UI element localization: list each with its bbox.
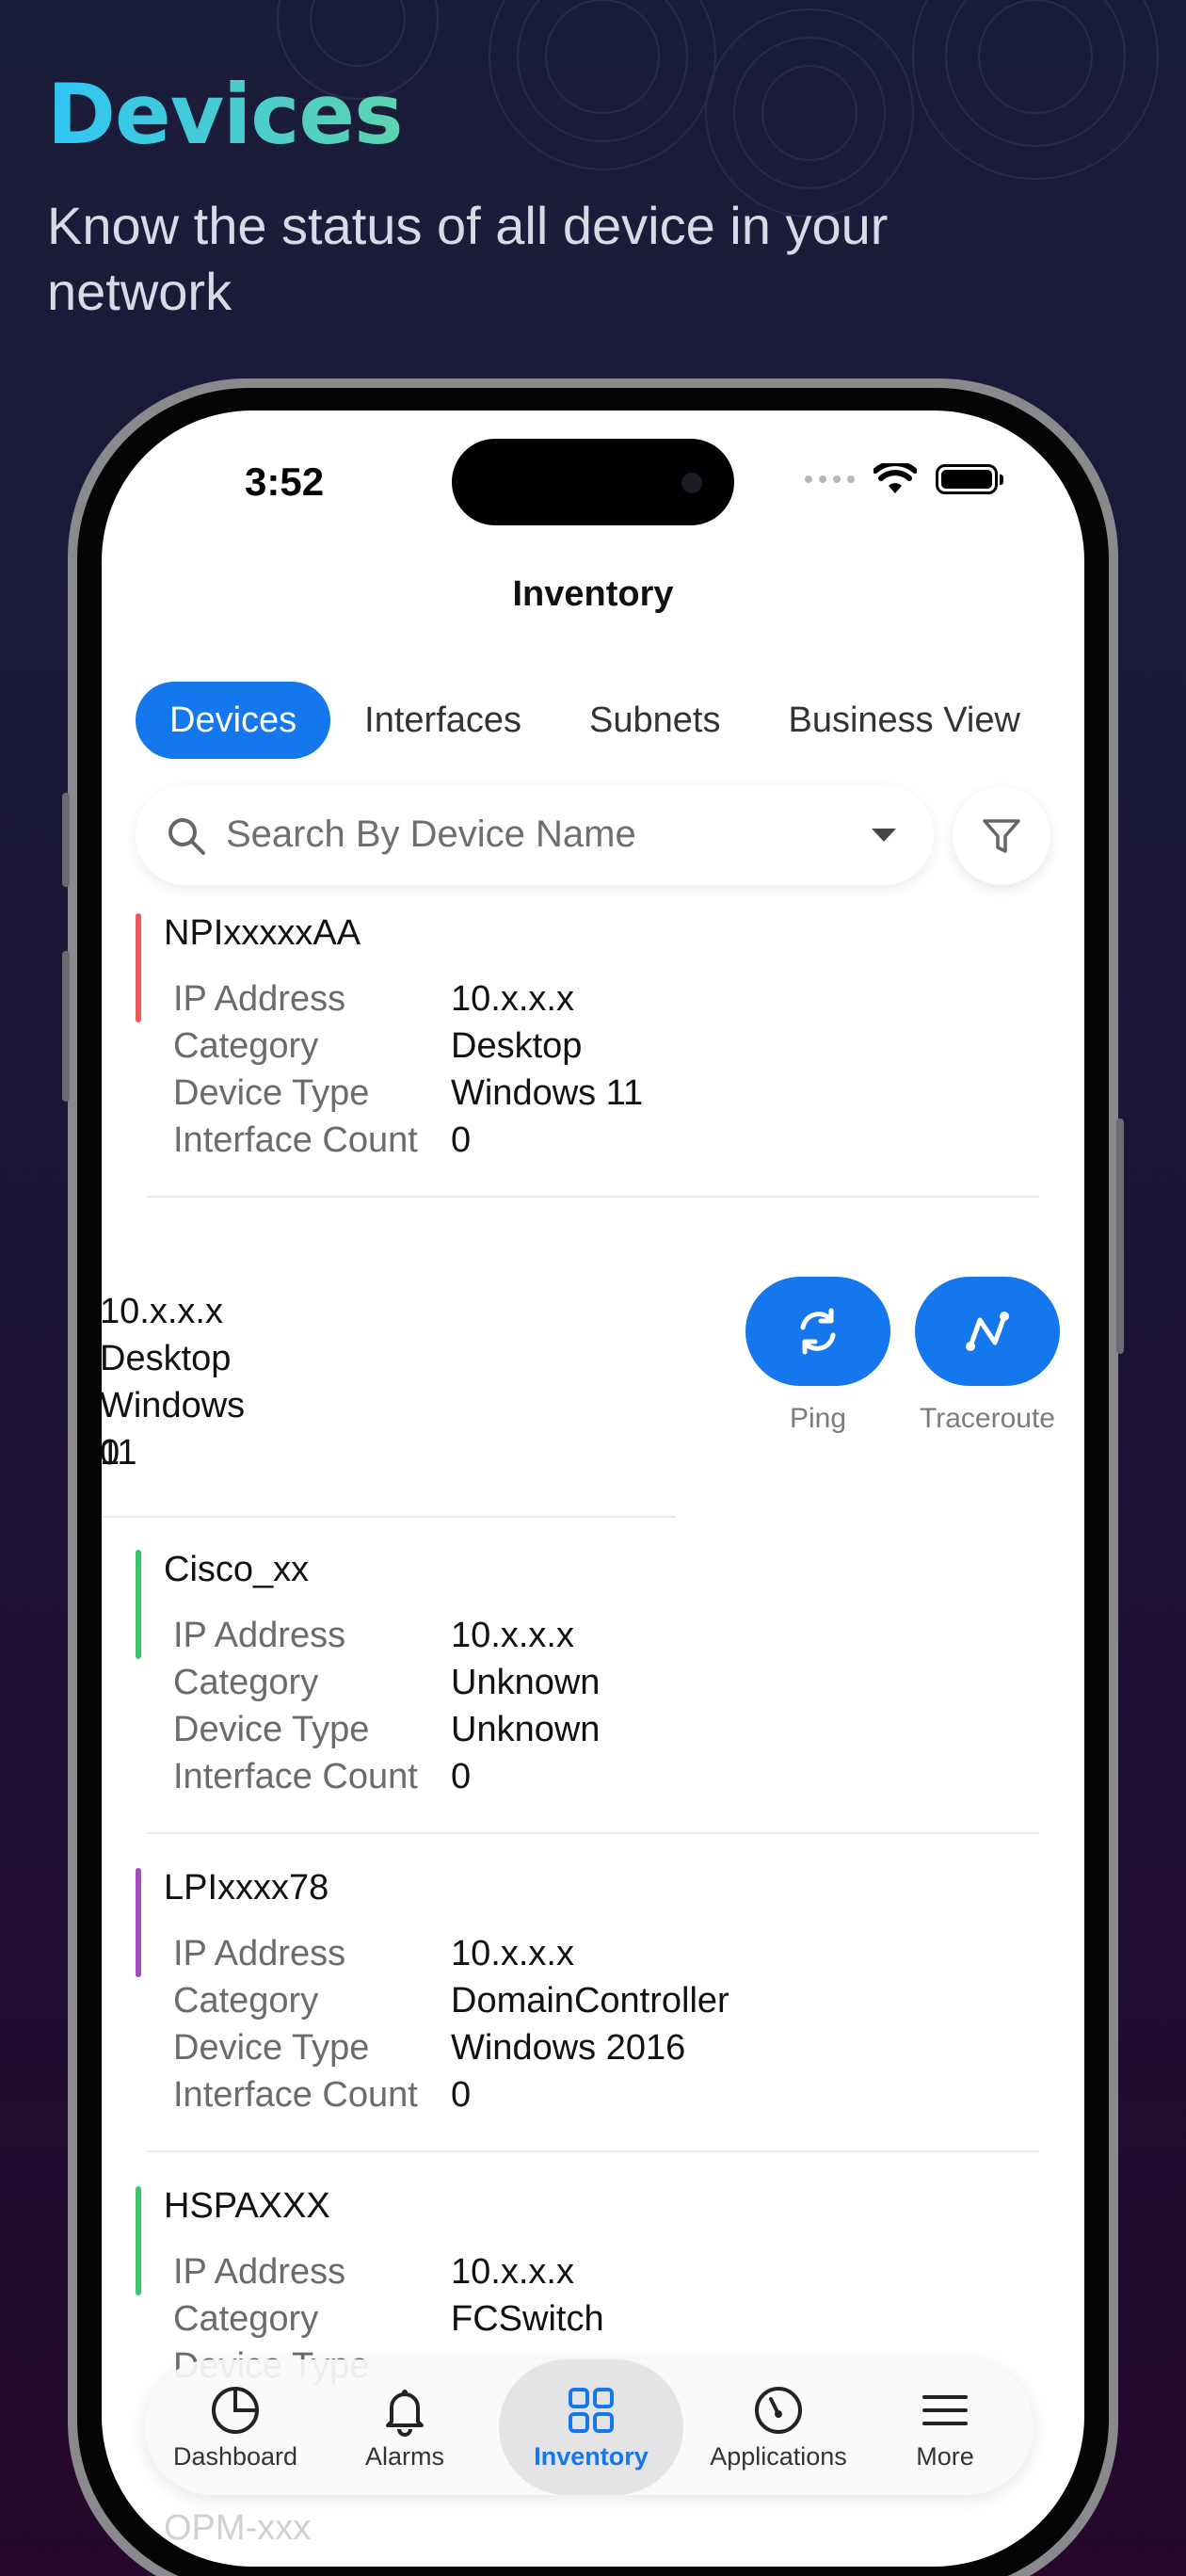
field-label: IP Address: [173, 2252, 346, 2292]
device-name: NPIxxxxxAA: [164, 913, 361, 953]
status-indicator: [136, 2186, 141, 2295]
tab-more[interactable]: More: [879, 2359, 1011, 2495]
tab-interfaces[interactable]: Interfaces: [330, 682, 555, 759]
status-time: 3:52: [245, 459, 325, 504]
tab-label: More: [916, 2441, 974, 2471]
tab-applications[interactable]: Applications: [695, 2359, 862, 2495]
status-icons: [805, 463, 1003, 495]
device-type: Unknown: [451, 1710, 601, 1749]
device-ip: 10.x.x.x: [451, 1934, 574, 1973]
menu-icon: [922, 2394, 968, 2425]
tab-business-view[interactable]: Business View: [754, 682, 1053, 759]
device-name: HSPAXXX: [164, 2186, 330, 2226]
phone-side-button: [1116, 1119, 1124, 1354]
traceroute-button[interactable]: Traceroute: [915, 1277, 1060, 1435]
field-label: IP Address: [173, 1616, 346, 1655]
status-indicator: [136, 1550, 141, 1659]
field-label: Device Type: [173, 1073, 370, 1113]
bell-icon: [386, 2389, 424, 2437]
page-title: Inventory: [512, 574, 674, 614]
tab-inventory[interactable]: Inventory: [499, 2359, 683, 2495]
divider: [102, 1516, 676, 1518]
divider: [147, 1196, 1039, 1198]
pie-chart-icon: [212, 2386, 259, 2434]
tab-devices[interactable]: Devices: [136, 682, 331, 759]
search-icon: [168, 818, 205, 855]
device-category: Desktop: [451, 1026, 583, 1066]
device-ip: 10.x.x.x: [451, 1616, 574, 1655]
wifi-icon: [873, 463, 917, 493]
tab-label: Applications: [710, 2441, 847, 2471]
device-category: FCSwitch: [451, 2299, 604, 2339]
traceroute-label: Traceroute: [920, 1403, 1055, 1434]
device-interface-count: 0: [451, 1120, 472, 1160]
field-label: Category: [173, 1981, 319, 2021]
status-indicator: [136, 913, 141, 1022]
bottom-tab-bar: Dashboard Alarms Inventory Applications …: [145, 2359, 1034, 2495]
phone-side-button: [62, 793, 70, 887]
field-label: IP Address: [173, 1934, 346, 1973]
status-indicator: [136, 1868, 141, 1977]
device-category: Unknown: [451, 1663, 601, 1702]
phone-screen: 3:52 Inventory Devices Interfaces Subnet…: [102, 411, 1084, 2567]
refresh-icon: [800, 1308, 836, 1355]
tab-alarms[interactable]: Alarms: [329, 2359, 480, 2495]
device-ip: 10.x.x.x: [451, 979, 574, 1019]
field-label: IP Address: [173, 979, 346, 1019]
cellular-icon: [805, 475, 855, 483]
search-placeholder: Search By Device Name: [226, 813, 636, 855]
chevron-down-icon[interactable]: [872, 829, 896, 842]
device-category: Desktop: [102, 1339, 232, 1378]
gauge-icon: [755, 2386, 802, 2434]
battery-icon: [936, 464, 1003, 494]
device-ip: 10.x.x.x: [102, 1292, 223, 1331]
device-category: DomainController: [451, 1981, 729, 2021]
hero-title: Devices: [47, 66, 403, 163]
search-input[interactable]: Search By Device Name: [136, 785, 934, 885]
field-label: Interface Count: [173, 1120, 418, 1160]
tab-label: Inventory: [534, 2441, 649, 2471]
route-icon: [966, 1312, 1009, 1351]
field-label: Category: [173, 1663, 319, 1702]
device-type: Windows 11: [102, 1386, 246, 1473]
device-interface-count: 0: [451, 2075, 472, 2115]
phone-side-button: [62, 951, 70, 1102]
filter-button[interactable]: [953, 787, 1050, 885]
device-ip: 10.x.x.x: [451, 2252, 574, 2292]
ping-button[interactable]: Ping: [745, 1277, 890, 1435]
hero-subtitle: Know the status of all device in your ne…: [47, 196, 889, 321]
filter-icon: [983, 819, 1020, 853]
field-label: Interface Count: [173, 2075, 418, 2115]
device-name: Cisco_xx: [164, 1550, 310, 1589]
divider: [147, 1832, 1039, 1834]
segment-tabs: Devices Interfaces Subnets Business View: [136, 682, 1054, 759]
tab-label: Alarms: [364, 2441, 444, 2471]
divider: [147, 2150, 1039, 2152]
tab-label: Dashboard: [172, 2441, 298, 2471]
device-interface-count: 0: [451, 1757, 472, 1796]
field-label: Interface Count: [173, 1757, 418, 1796]
field-label: Device Type: [173, 1710, 370, 1749]
device-type: Windows 11: [451, 1073, 644, 1113]
next-device-name: OPM-xxx: [164, 2508, 312, 2548]
grid-icon: [569, 2387, 614, 2433]
device-name: LPIxxxx78: [164, 1868, 329, 1908]
field-label: Category: [173, 2299, 319, 2339]
field-label: Device Type: [173, 2028, 370, 2068]
ping-label: Ping: [789, 1403, 847, 1434]
tab-subnets[interactable]: Subnets: [555, 682, 754, 759]
device-type: Windows 2016: [451, 2028, 686, 2068]
field-label: Category: [173, 1026, 319, 1066]
dynamic-island: [452, 439, 734, 525]
tab-dashboard[interactable]: Dashboard: [160, 2359, 311, 2495]
